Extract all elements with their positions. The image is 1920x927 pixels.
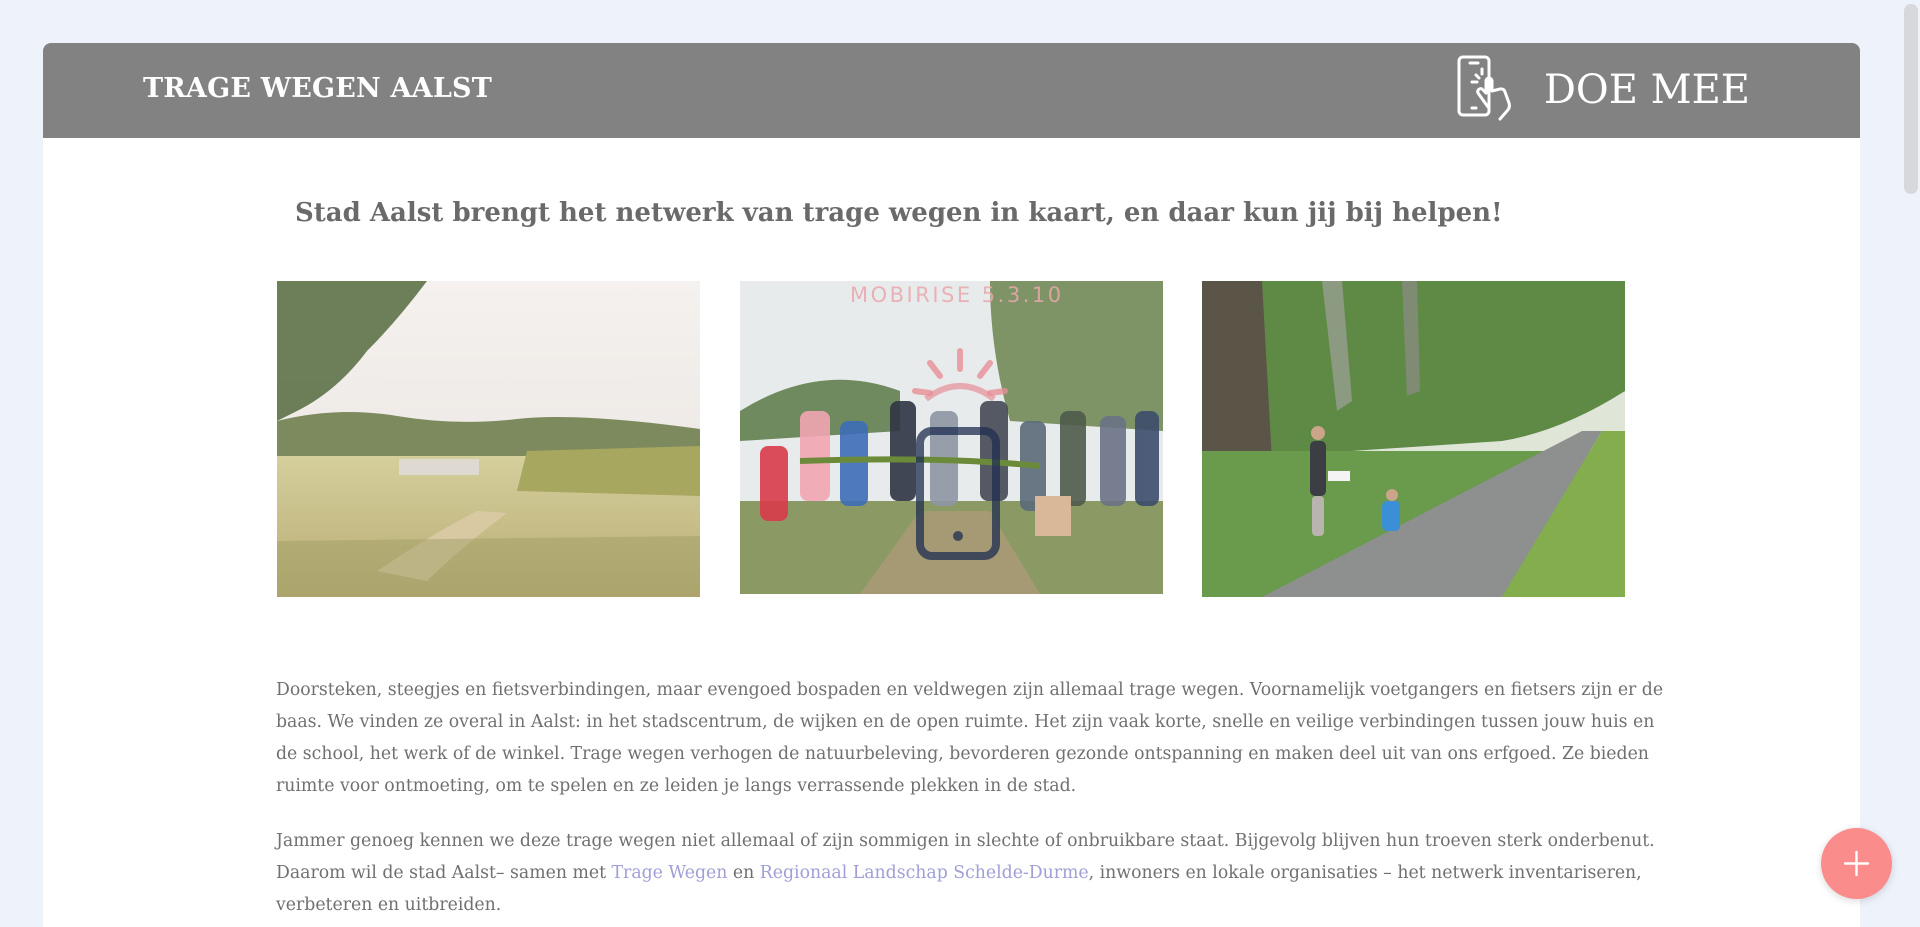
mobirise-watermark: MOBIRISE 5.3.10 [850,283,1064,307]
intro-paragraph: Doorsteken, steegjes en fietsverbindinge… [276,680,1664,796]
paragraph-2-text-middle: en [727,863,760,883]
bike-path-photo [1202,281,1625,597]
doe-mee-label: DOE MEE [1543,67,1750,113]
call-to-action-paragraph: Jammer genoeg kennen we deze trage wegen… [276,825,1666,921]
brand-title[interactable]: TRAGE WEGEN AALST [143,73,492,104]
trage-wegen-link[interactable]: Trage Wegen [612,863,728,883]
ribbon-cutting-photo: MOBIRISE 5.3.10 [740,281,1163,594]
doe-mee-button[interactable]: DOE MEE [1456,55,1750,125]
plus-icon [1843,850,1870,877]
scrollbar-thumb[interactable] [1904,4,1918,194]
page-card: TRAGE WEGEN AALST DOE MEE Stad Aalst bre… [43,43,1860,927]
top-navbar: TRAGE WEGEN AALST DOE MEE [43,43,1860,138]
field-path-photo [277,281,700,597]
page-headline: Stad Aalst brengt het netwerk van trage … [295,198,1503,228]
page-scrollbar[interactable] [1902,0,1920,927]
regionaal-landschap-link[interactable]: Regionaal Landschap Schelde-Durme [760,863,1089,883]
add-floating-button[interactable] [1821,828,1892,899]
touch-phone-icon [1456,55,1524,125]
